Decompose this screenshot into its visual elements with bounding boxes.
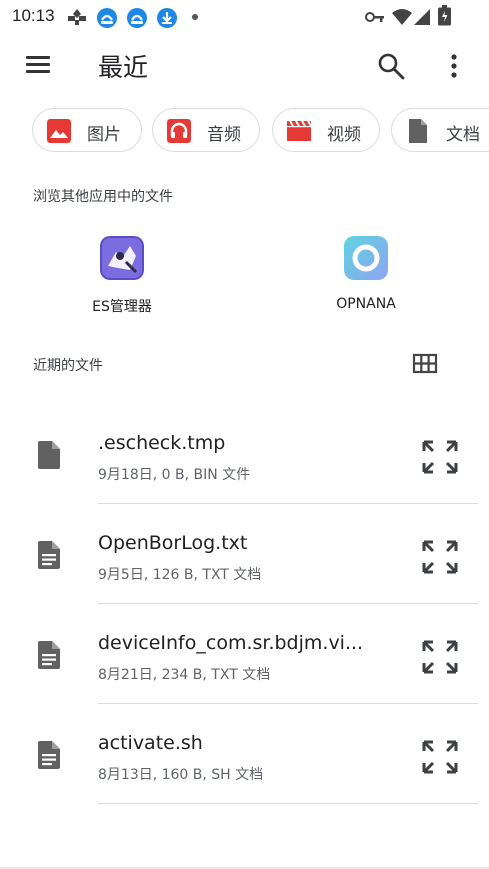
- expand-preview-icon[interactable]: [422, 440, 458, 474]
- app-tile-es-manager[interactable]: ES管理器: [52, 232, 192, 322]
- file-name: activate.sh: [98, 732, 203, 754]
- expand-preview-icon[interactable]: [422, 540, 458, 574]
- app-name: OPNANA: [336, 296, 396, 312]
- grid-view-icon[interactable]: [411, 352, 439, 376]
- text-file-icon: [38, 641, 60, 669]
- usb-icon: [68, 9, 86, 25]
- movie-icon: [287, 119, 311, 143]
- file-row[interactable]: .escheck.tmp 9月18日, 0 B, BIN 文件: [0, 404, 489, 504]
- chip-images[interactable]: 图片: [32, 108, 142, 152]
- dot-icon: [192, 14, 198, 20]
- search-icon[interactable]: [376, 51, 406, 81]
- text-file-icon: [38, 541, 60, 569]
- row-divider: [98, 802, 478, 804]
- file-meta: 8月13日, 160 B, SH 文档: [98, 767, 264, 783]
- file-meta: 8月21日, 234 B, TXT 文档: [98, 667, 271, 683]
- file-row[interactable]: activate.sh 8月13日, 160 B, SH 文档: [0, 704, 489, 804]
- wifi-icon: [392, 9, 412, 25]
- chip-label: 音频: [207, 125, 241, 145]
- file-meta: 9月5日, 126 B, TXT 文档: [98, 567, 262, 583]
- page-title: 最近: [98, 53, 149, 82]
- text-file-icon: [38, 741, 60, 769]
- file-row[interactable]: deviceInfo_com.sr.bdjm.vi... 8月21日, 234 …: [0, 604, 489, 704]
- sync-icon: [127, 8, 147, 28]
- file-name: .escheck.tmp: [98, 432, 226, 454]
- headphones-icon: [167, 119, 191, 143]
- file-icon: [38, 441, 60, 469]
- file-row[interactable]: OpenBorLog.txt 9月5日, 126 B, TXT 文档: [0, 504, 489, 604]
- chip-label: 文档: [446, 125, 480, 145]
- key-icon: [365, 12, 384, 22]
- app-name: ES管理器: [92, 299, 152, 315]
- battery-icon: [438, 5, 451, 26]
- opnana-app-icon: [344, 236, 388, 280]
- download-icon: [157, 8, 177, 28]
- file-name: OpenBorLog.txt: [98, 532, 248, 554]
- app-tile-opnana[interactable]: OPNANA: [296, 232, 436, 322]
- recent-files-heading: 近期的文件: [33, 358, 103, 374]
- signal-icon: [414, 9, 430, 25]
- file-meta: 9月18日, 0 B, BIN 文件: [98, 467, 251, 483]
- document-icon: [409, 119, 427, 143]
- more-vert-icon[interactable]: [440, 51, 468, 81]
- expand-preview-icon[interactable]: [422, 640, 458, 674]
- chip-video[interactable]: 视频: [272, 108, 380, 152]
- es-app-icon: [100, 236, 144, 280]
- sync-icon: [97, 8, 117, 28]
- status-bar: 10:13: [0, 0, 489, 34]
- category-chip-row: 图片 音频 视频 文档: [0, 108, 489, 154]
- image-icon: [47, 119, 71, 143]
- chip-documents[interactable]: 文档: [391, 108, 489, 152]
- menu-icon[interactable]: [24, 54, 52, 76]
- other-apps-heading: 浏览其他应用中的文件: [33, 189, 173, 205]
- chip-label: 图片: [87, 125, 121, 145]
- app-bar: 最近: [0, 34, 489, 98]
- file-name: deviceInfo_com.sr.bdjm.vi...: [98, 632, 364, 654]
- expand-preview-icon[interactable]: [422, 740, 458, 774]
- status-time: 10:13: [12, 6, 55, 25]
- chip-audio[interactable]: 音频: [152, 108, 260, 152]
- chip-label: 视频: [327, 125, 361, 145]
